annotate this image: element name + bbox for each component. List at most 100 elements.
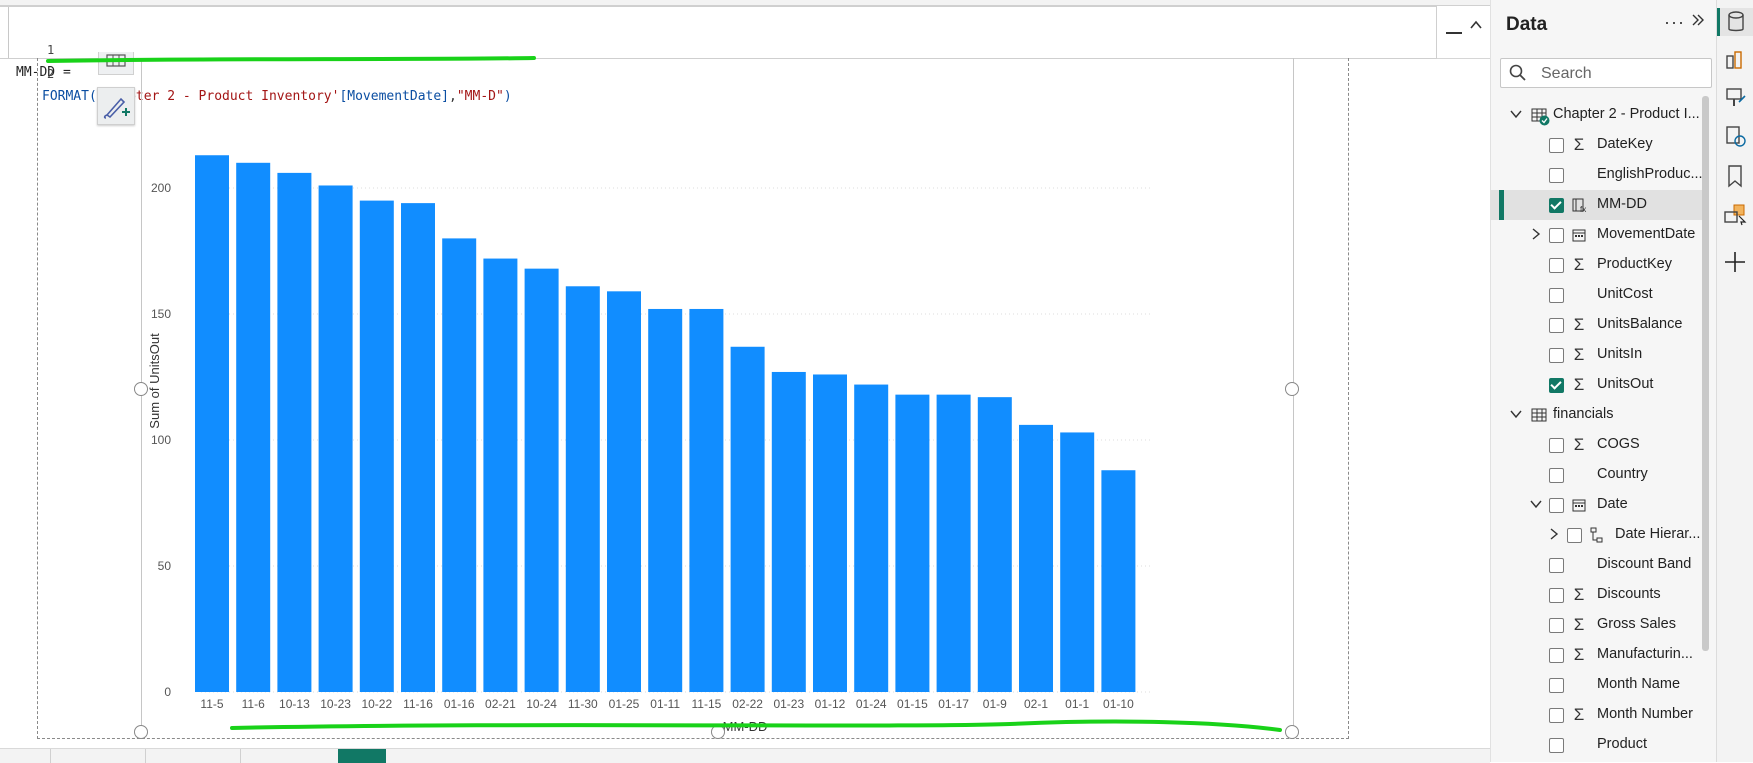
- field-row[interactable]: Month Name: [1491, 670, 1703, 700]
- field-label: MovementDate: [1597, 226, 1696, 242]
- x-axis-underline-annotation: [230, 719, 1282, 732]
- field-checkbox[interactable]: [1549, 348, 1564, 363]
- field-checkbox[interactable]: [1549, 738, 1564, 753]
- performance-icon[interactable]: [1721, 122, 1749, 150]
- chevron-down-icon[interactable]: [1509, 407, 1523, 421]
- sigma-icon: Σ: [1573, 375, 1585, 394]
- sigma-icon: Σ: [1573, 315, 1585, 334]
- formula-underline-annotation: [46, 56, 536, 63]
- field-checkbox[interactable]: [1549, 498, 1564, 513]
- bookmark-icon[interactable]: [1721, 162, 1749, 190]
- field-checkbox[interactable]: [1549, 708, 1564, 723]
- sigma-icon: Σ: [1573, 135, 1585, 154]
- data-icon[interactable]: [1717, 8, 1753, 36]
- field-checkbox[interactable]: [1549, 228, 1564, 243]
- field-label: EnglishProduc...: [1597, 166, 1703, 182]
- field-row[interactable]: Discount Band: [1491, 550, 1703, 580]
- page-tab[interactable]: [50, 749, 146, 763]
- field-checkbox[interactable]: [1549, 648, 1564, 663]
- field-row[interactable]: MovementDate: [1491, 220, 1703, 250]
- table-name: Chapter 2 - Product I...: [1553, 106, 1700, 122]
- chevron-right-icon[interactable]: [1547, 527, 1561, 541]
- field-row[interactable]: Date: [1491, 490, 1703, 520]
- field-row[interactable]: Σ Discounts: [1491, 580, 1703, 610]
- table-icon: [1531, 107, 1550, 126]
- page-tabs-bar: [0, 748, 1490, 763]
- field-label: UnitCost: [1597, 286, 1653, 302]
- chevron-right-icon[interactable]: [1529, 227, 1543, 241]
- field-label: UnitsIn: [1597, 346, 1643, 362]
- sigma-icon: Σ: [1573, 585, 1585, 604]
- add-page-button[interactable]: [338, 749, 386, 763]
- field-checkbox[interactable]: [1549, 678, 1564, 693]
- field-checkbox[interactable]: [1567, 528, 1582, 543]
- field-checkbox[interactable]: [1549, 138, 1564, 153]
- field-label: UnitsBalance: [1597, 316, 1683, 332]
- search-box[interactable]: [1500, 58, 1712, 88]
- field-row[interactable]: Country: [1491, 460, 1703, 490]
- field-label: Discounts: [1597, 586, 1661, 602]
- field-row[interactable]: Σ DateKey: [1491, 130, 1703, 160]
- field-row[interactable]: UnitCost: [1491, 280, 1703, 310]
- page-tab[interactable]: [145, 749, 241, 763]
- sigma-icon: Σ: [1573, 645, 1585, 664]
- field-checkbox[interactable]: [1549, 558, 1564, 573]
- table-row-header[interactable]: Chapter 2 - Product I...: [1491, 100, 1703, 130]
- chevron-down-icon[interactable]: [1509, 107, 1523, 121]
- selection-icon[interactable]: [1721, 200, 1749, 228]
- chevron-down-icon[interactable]: [1529, 497, 1543, 511]
- pane-switcher-strip: [1716, 0, 1753, 762]
- build-visual-icon[interactable]: [1721, 46, 1749, 74]
- format-brush-icon[interactable]: [1721, 84, 1749, 112]
- ellipsis-icon[interactable]: ···: [1664, 12, 1685, 33]
- field-row[interactable]: Σ COGS: [1491, 430, 1703, 460]
- field-label: Date: [1597, 496, 1628, 512]
- field-row[interactable]: Σ Gross Sales: [1491, 610, 1703, 640]
- field-row[interactable]: Date Hierar...: [1491, 520, 1703, 550]
- field-checkbox[interactable]: [1549, 318, 1564, 333]
- add-icon[interactable]: [1721, 248, 1749, 276]
- field-row[interactable]: Σ UnitsOut: [1491, 370, 1703, 400]
- data-pane-title: Data: [1506, 14, 1548, 35]
- table-row-header[interactable]: financials: [1491, 400, 1703, 430]
- field-row[interactable]: EnglishProduc...: [1491, 160, 1703, 190]
- field-label: ProductKey: [1597, 256, 1672, 272]
- field-row[interactable]: Σ UnitsBalance: [1491, 310, 1703, 340]
- data-pane: Data ··· Chapter 2 - Product I... Σ DateKe…: [1490, 0, 1716, 762]
- field-checkbox[interactable]: [1549, 468, 1564, 483]
- field-checkbox[interactable]: [1549, 258, 1564, 273]
- field-label: COGS: [1597, 436, 1640, 452]
- search-input[interactable]: [1539, 63, 1708, 85]
- field-checkbox[interactable]: [1549, 618, 1564, 633]
- field-checkbox[interactable]: [1549, 168, 1564, 183]
- field-row[interactable]: Product: [1491, 730, 1703, 760]
- field-label: Gross Sales: [1597, 616, 1676, 632]
- field-row[interactable]: Σ UnitsIn: [1491, 340, 1703, 370]
- search-icon: [1509, 64, 1526, 81]
- field-row[interactable]: Σ Month Number: [1491, 700, 1703, 730]
- field-label: Date Hierar...: [1615, 526, 1701, 542]
- field-label: Product: [1597, 736, 1647, 752]
- field-row[interactable]: Σ ProductKey: [1491, 250, 1703, 280]
- calendar-icon: [1571, 497, 1587, 513]
- table-name: financials: [1553, 406, 1614, 422]
- field-label: Month Number: [1597, 706, 1693, 722]
- field-label: Country: [1597, 466, 1648, 482]
- double-chevron-right-icon[interactable]: [1690, 12, 1706, 33]
- field-checkbox[interactable]: [1549, 288, 1564, 303]
- sigma-icon: Σ: [1573, 435, 1585, 454]
- field-checkbox[interactable]: [1549, 588, 1564, 603]
- sigma-icon: Σ: [1573, 345, 1585, 364]
- field-checkbox[interactable]: [1549, 198, 1564, 213]
- field-checkbox[interactable]: [1549, 378, 1564, 393]
- field-row[interactable]: fx MM-DD: [1491, 190, 1703, 220]
- calendar-icon: [1571, 227, 1587, 243]
- table-icon: [1531, 407, 1547, 423]
- field-label: DateKey: [1597, 136, 1653, 152]
- sigma-icon: Σ: [1573, 255, 1585, 274]
- page-tab[interactable]: [0, 749, 51, 763]
- pane-scrollbar[interactable]: [1702, 96, 1709, 651]
- field-checkbox[interactable]: [1549, 438, 1564, 453]
- field-row[interactable]: Σ Manufacturin...: [1491, 640, 1703, 670]
- field-label: Month Name: [1597, 676, 1681, 692]
